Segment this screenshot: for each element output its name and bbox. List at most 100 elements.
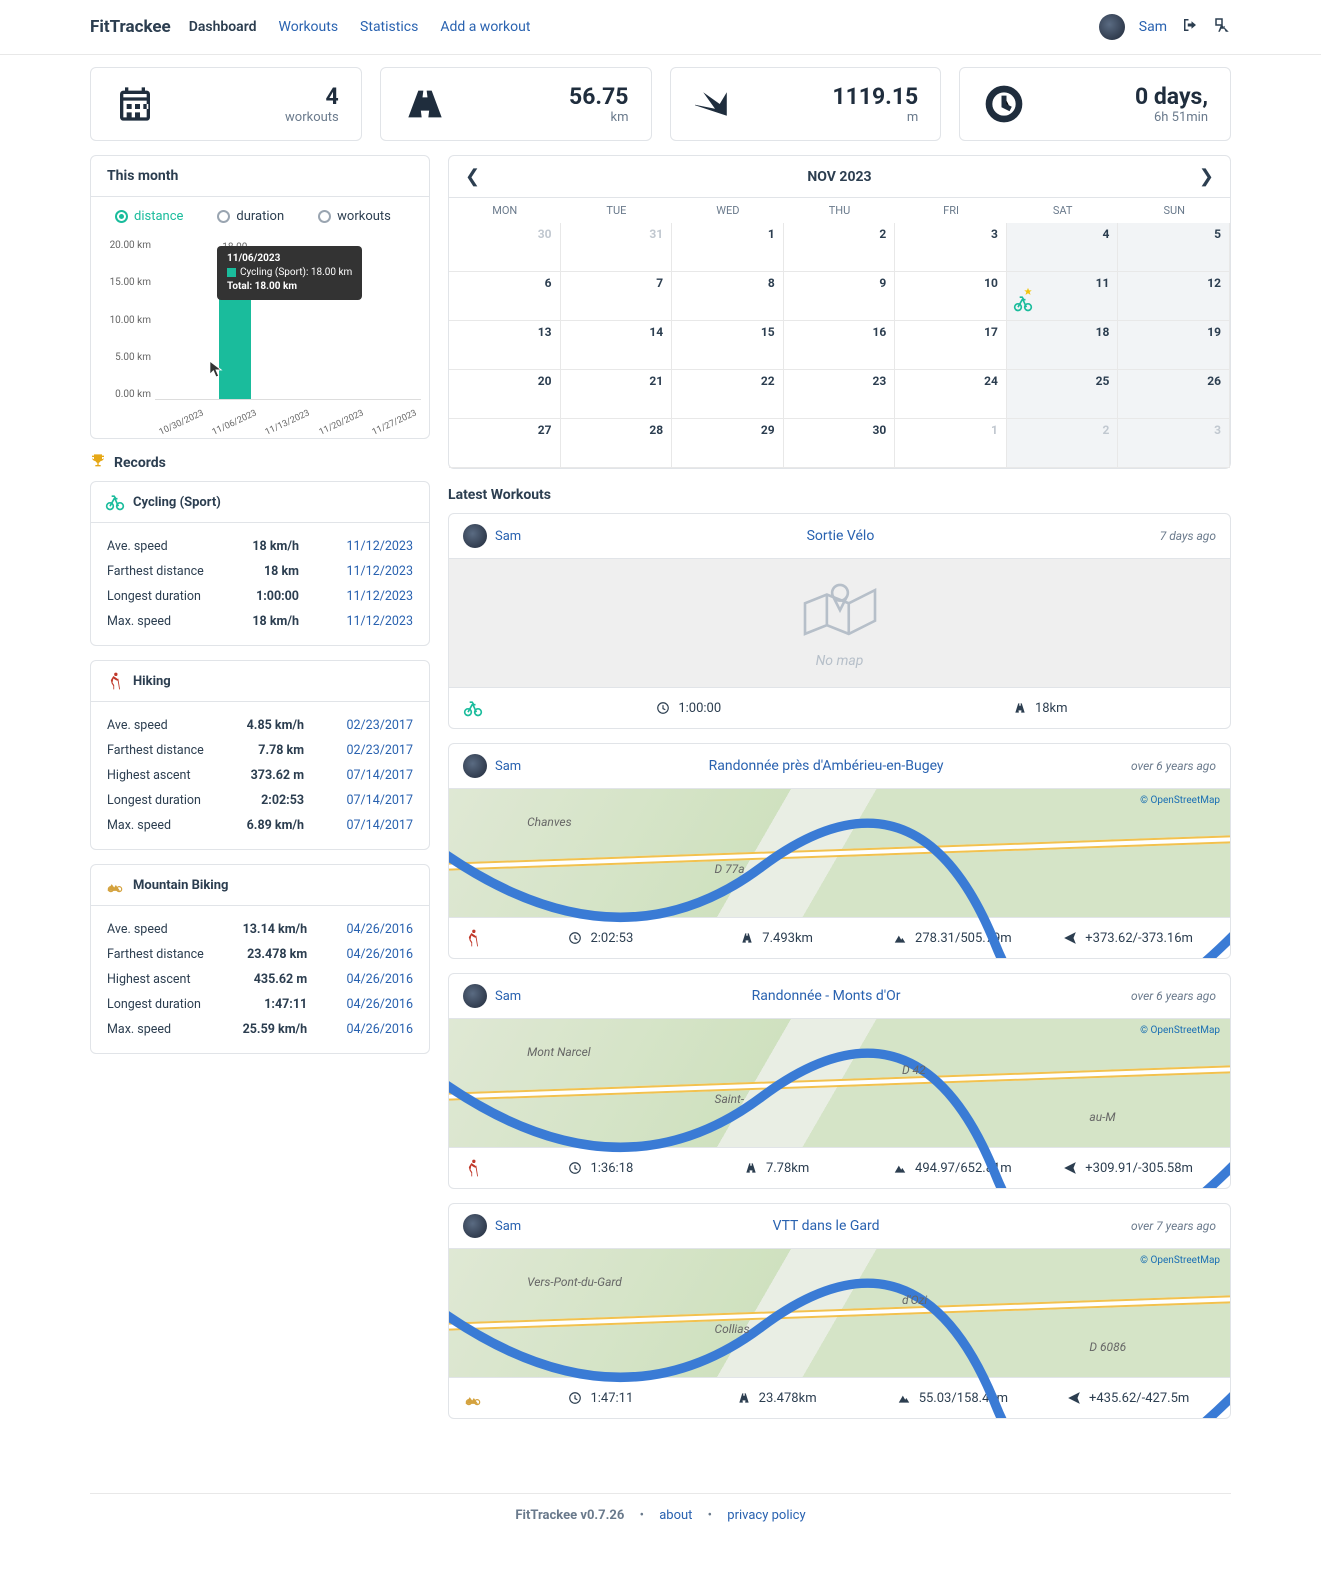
map-placename: Chanves [527,815,571,829]
calendar-cell[interactable]: 17 [895,321,1007,370]
main-nav: Dashboard Workouts Statistics Add a work… [189,19,531,35]
calendar-cell[interactable]: 19 [1118,321,1230,370]
calendar-cell[interactable]: 14 [561,321,673,370]
record-date-link[interactable]: 04/26/2016 [346,947,413,962]
workout-map[interactable]: © OpenStreetMap Chanves D 77a [449,788,1230,918]
monthly-chart[interactable]: 20.00 km15.00 km10.00 km5.00 km0.00 km 1… [91,228,429,438]
avatar [463,524,487,548]
calendar-cell[interactable]: 10 [895,272,1007,321]
calendar-cell[interactable]: 23 [784,370,896,419]
calendar-cell[interactable]: 12 [1118,272,1230,321]
calendar-cell[interactable]: 29 [672,419,784,468]
logout-icon[interactable] [1181,16,1199,38]
calendar-cell[interactable]: 3 [895,223,1007,272]
calendar-cell[interactable]: 5 [1118,223,1230,272]
calendar-cell[interactable]: 13 [449,321,561,370]
record-date-link[interactable]: 07/14/2017 [346,793,413,808]
calendar-cell[interactable]: 3 [1118,419,1230,468]
tab-distance[interactable]: distance [115,209,183,224]
nav-workouts[interactable]: Workouts [279,19,339,35]
calendar-cell[interactable]: 4 [1007,223,1119,272]
tab-duration[interactable]: duration [217,209,284,224]
map-placename: D 77a [715,862,745,876]
calendar-cell[interactable]: 2 [1007,419,1119,468]
stat-unit: km [569,110,628,125]
map-credit: © OpenStreetMap [1140,795,1220,806]
prev-month-button[interactable]: ❮ [465,166,480,187]
calendar-cell[interactable]: 16 [784,321,896,370]
record-value: 4.85 km/h [231,714,304,737]
calendar-cell[interactable]: 1 [672,223,784,272]
workout-title-link[interactable]: Randonnée près d'Ambérieu-en-Bugey [521,758,1131,774]
workout-card[interactable]: SamRandonnée près d'Ambérieu-en-Bugeyove… [448,743,1231,959]
record-value: 7.78 km [231,739,304,762]
calendar-cell[interactable]: 31 [561,223,673,272]
workout-map[interactable]: © OpenStreetMapVers-Pont-du-GardColliasd… [449,1248,1230,1378]
calendar-cell[interactable]: 28 [561,419,673,468]
record-label: Longest duration [107,789,229,812]
calendar-cell[interactable]: 1 [895,419,1007,468]
calendar-cell[interactable]: 27 [449,419,561,468]
workout-title-link[interactable]: Randonnée - Monts d'Or [521,988,1131,1004]
record-date-link[interactable]: 07/14/2017 [346,768,413,783]
record-date-link[interactable]: 07/14/2017 [346,818,413,833]
record-date-link[interactable]: 04/26/2016 [346,922,413,937]
calendar-cell[interactable]: 18 [1007,321,1119,370]
workout-map[interactable]: © OpenStreetMapMont NarcelSaint-D 42au-M [449,1018,1230,1148]
workout-user-link[interactable]: Sam [495,1219,521,1234]
stat-value: 56.75 [569,83,628,110]
record-date-link[interactable]: 04/26/2016 [346,997,413,1012]
record-date-link[interactable]: 11/12/2023 [346,589,413,604]
tab-workouts[interactable]: workouts [318,209,391,224]
nav-add-workout[interactable]: Add a workout [440,19,530,35]
record-date-link[interactable]: 02/23/2017 [346,743,413,758]
language-icon[interactable] [1213,16,1231,38]
road-icon [403,82,447,126]
calendar-cell[interactable]: 24 [895,370,1007,419]
calendar-cell[interactable]: 15 [672,321,784,370]
workout-card[interactable]: SamVTT dans le Gardover 7 years ago© Ope… [448,1203,1231,1419]
calendar-cell[interactable]: 22 [672,370,784,419]
username-link[interactable]: Sam [1139,19,1167,35]
record-date-link[interactable]: 04/26/2016 [346,972,413,987]
calendar-cell[interactable]: 26 [1118,370,1230,419]
record-row: Farthest distance18 km11/12/2023 [107,560,413,583]
calendar-cell[interactable]: 9 [784,272,896,321]
clock-icon [656,701,670,715]
calendar-cell[interactable]: 7 [561,272,673,321]
record-row: Max. speed6.89 km/h07/14/2017 [107,814,413,837]
calendar-cell[interactable]: 30 [449,223,561,272]
record-date-link[interactable]: 11/12/2023 [346,564,413,579]
calendar-cell[interactable]: 20 [449,370,561,419]
record-date-link[interactable]: 02/23/2017 [346,718,413,733]
calendar-cell[interactable]: 21 [561,370,673,419]
workout-card[interactable]: SamSortie Vélo7 days agoNo map1:00:0018k… [448,513,1231,729]
workout-user-link[interactable]: Sam [495,989,521,1004]
stat-ascent: 1119.15 m [670,67,942,141]
calendar-cell[interactable]: 30 [784,419,896,468]
record-row: Highest ascent373.62 m07/14/2017 [107,764,413,787]
footer-privacy[interactable]: privacy policy [727,1508,805,1523]
map-placename: d'Ozi [902,1293,927,1307]
avatar[interactable] [1099,14,1125,40]
workout-user-link[interactable]: Sam [495,759,521,774]
record-date-link[interactable]: 04/26/2016 [346,1022,413,1037]
calendar-cell[interactable]: 2 [784,223,896,272]
workout-user-link[interactable]: Sam [495,529,521,544]
nav-statistics[interactable]: Statistics [360,19,418,35]
record-date-link[interactable]: 11/12/2023 [346,539,413,554]
stat-value: 1119.15 [832,83,918,110]
workout-card[interactable]: SamRandonnée - Monts d'Orover 6 years ag… [448,973,1231,1189]
brand[interactable]: FitTrackee [90,17,171,37]
calendar-cell[interactable]: 6 [449,272,561,321]
calendar-cell[interactable]: 25 [1007,370,1119,419]
footer-about[interactable]: about [659,1508,692,1523]
workout-title-link[interactable]: Sortie Vélo [521,528,1160,544]
next-month-button[interactable]: ❯ [1199,166,1214,187]
record-label: Longest duration [107,993,226,1016]
calendar-cell[interactable]: 11 [1007,272,1119,321]
record-date-link[interactable]: 11/12/2023 [346,614,413,629]
workout-title-link[interactable]: VTT dans le Gard [521,1218,1131,1234]
calendar-cell[interactable]: 8 [672,272,784,321]
nav-dashboard[interactable]: Dashboard [189,19,257,35]
